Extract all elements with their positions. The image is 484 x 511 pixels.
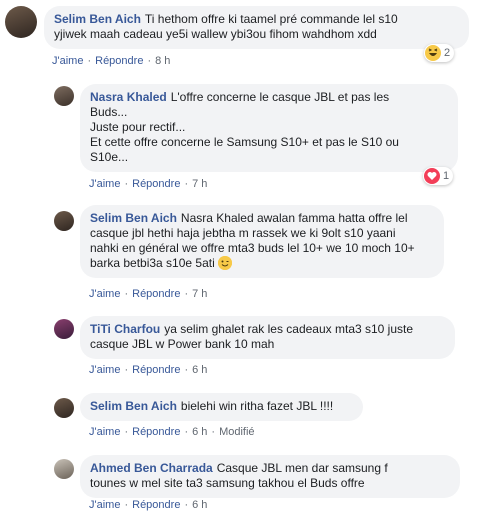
- comment-time[interactable]: 6 h: [192, 499, 207, 511]
- reaction-count-text: 1: [443, 170, 450, 182]
- like-link[interactable]: J'aime: [89, 178, 120, 190]
- comment-actions: J'aime · Répondre · 7 h: [89, 178, 208, 190]
- reply-link[interactable]: Répondre: [132, 364, 180, 376]
- comment-actions: J'aime · Répondre · 6 h: [89, 364, 208, 376]
- comment-time[interactable]: 6 h: [192, 426, 207, 438]
- like-link[interactable]: J'aime: [52, 55, 83, 67]
- like-link[interactable]: J'aime: [89, 364, 120, 376]
- wink-emoji-icon: [218, 256, 233, 270]
- reply-link[interactable]: Répondre: [132, 178, 180, 190]
- comment-bubble: TiTi Charfou ya selim ghalet rak les cade…: [80, 316, 455, 359]
- haha-emoji-icon: [425, 45, 441, 61]
- reaction-count[interactable]: 2: [424, 44, 455, 62]
- comment-author[interactable]: TiTi Charfou: [90, 322, 160, 336]
- reaction-count[interactable]: 1: [423, 167, 454, 185]
- comment-bubble: Selim Ben Aich Ti hethom offre ki taamel …: [44, 6, 469, 49]
- comment-author[interactable]: Nasra Khaled: [90, 90, 167, 104]
- comment-actions: J'aime · Répondre · 8 h: [52, 55, 171, 67]
- comment-time[interactable]: 6 h: [192, 364, 207, 376]
- comment-bubble: Ahmed Ben Charrada Casque JBL men dar sam…: [80, 455, 460, 498]
- avatar[interactable]: [5, 6, 37, 38]
- comment-actions: J'aime · Répondre · 6 h · Modifié: [89, 426, 255, 438]
- reaction-count-text: 2: [444, 47, 451, 59]
- reply-link[interactable]: Répondre: [132, 499, 180, 511]
- reply-link[interactable]: Répondre: [132, 288, 180, 300]
- avatar[interactable]: [54, 459, 74, 479]
- avatar[interactable]: [54, 211, 74, 231]
- comment-time[interactable]: 7 h: [192, 288, 207, 300]
- comment-text: bielehi win ritha fazet JBL !!!!: [180, 399, 334, 413]
- like-link[interactable]: J'aime: [89, 426, 120, 438]
- avatar[interactable]: [54, 319, 74, 339]
- reply-link[interactable]: Répondre: [132, 426, 180, 438]
- like-link[interactable]: J'aime: [89, 499, 120, 511]
- comment-author[interactable]: Selim Ben Aich: [54, 12, 141, 26]
- comment-time[interactable]: 8 h: [155, 55, 170, 67]
- edited-label: Modifié: [219, 426, 255, 438]
- reply-link[interactable]: Répondre: [95, 55, 143, 67]
- comment-bubble: Selim Ben Aich bielehi win ritha fazet JB…: [80, 393, 363, 421]
- comment-author[interactable]: Selim Ben Aich: [90, 211, 177, 225]
- comment-bubble: Selim Ben Aich Nasra Khaled awalan famma …: [80, 205, 444, 278]
- comment-time[interactable]: 7 h: [192, 178, 207, 190]
- comment-author[interactable]: Ahmed Ben Charrada: [90, 461, 213, 475]
- comment-actions: J'aime · Répondre · 6 h: [89, 499, 208, 511]
- comment-author[interactable]: Selim Ben Aich: [90, 399, 177, 413]
- comment-actions: J'aime · Répondre · 7 h: [89, 288, 208, 300]
- love-heart-icon: [424, 168, 440, 184]
- comment-bubble: Nasra Khaled L'offre concerne le casque J…: [80, 84, 458, 172]
- like-link[interactable]: J'aime: [89, 288, 120, 300]
- avatar[interactable]: [54, 398, 74, 418]
- avatar[interactable]: [54, 86, 74, 106]
